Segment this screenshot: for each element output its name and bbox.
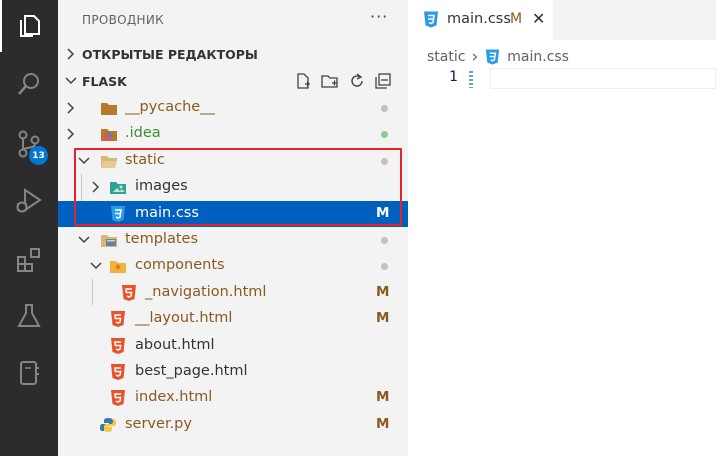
search-icon <box>18 73 39 95</box>
html-file-icon <box>111 390 125 406</box>
extensions-activity-button[interactable] <box>0 234 58 286</box>
chevron-right-icon <box>67 128 75 140</box>
modified-dot <box>381 105 388 112</box>
tree-item-label: .idea <box>125 125 161 141</box>
modified-line-gutter-mark <box>469 71 473 88</box>
activity-bar: 13 <box>0 0 58 456</box>
html-file-icon <box>111 338 125 354</box>
breadcrumb-separator: › <box>471 47 479 67</box>
modified-flag: M <box>376 284 390 300</box>
html-file-icon <box>111 364 125 380</box>
modified-dot <box>381 263 388 270</box>
breadcrumb: static › main.css <box>427 47 569 67</box>
css-file-icon <box>486 49 500 65</box>
explorer-title: ПРОВОДНИК <box>82 13 164 27</box>
chevron-down-icon <box>65 77 77 85</box>
tab-modified-flag: M <box>510 11 523 27</box>
tab-label: main.css <box>447 11 511 27</box>
python-file-icon <box>100 418 116 432</box>
breadcrumb-file[interactable]: main.css <box>507 49 569 65</box>
tree-item-navigation-html[interactable]: _navigation.html M <box>58 280 408 306</box>
open-editors-section[interactable]: ОТКРЫТЫЕ РЕДАКТОРЫ <box>58 42 408 68</box>
remote-explorer-icon <box>20 361 39 385</box>
search-activity-button[interactable] <box>0 58 58 110</box>
templates-folder-icon <box>101 235 117 247</box>
tree-item-label: templates <box>125 231 199 247</box>
tree-item-label: about.html <box>135 337 215 353</box>
project-section[interactable]: FLASK <box>58 69 408 95</box>
tree-item-best-page-html[interactable]: best_page.html <box>58 359 408 385</box>
tab-bar: main.css M ✕ <box>408 0 716 40</box>
editor-area: main.css M ✕ static › main.css 1 <box>408 0 716 456</box>
extensions-icon <box>17 248 40 272</box>
new-folder-icon[interactable] <box>320 72 340 90</box>
chevron-right-icon <box>67 48 75 60</box>
new-file-icon[interactable] <box>294 72 312 90</box>
css-file-icon <box>424 11 438 28</box>
explorer-sidebar: ПРОВОДНИК ··· ОТКРЫТЫЕ РЕДАКТОРЫ FLASK _… <box>58 0 408 456</box>
tree-item-templates[interactable]: templates <box>58 227 408 253</box>
tree-item-label: best_page.html <box>135 363 248 379</box>
chevron-down-icon <box>78 236 90 244</box>
project-label: FLASK <box>82 74 127 89</box>
tree-item-idea[interactable]: .idea <box>58 121 408 147</box>
modified-flag: M <box>376 389 390 405</box>
collapse-all-icon[interactable] <box>374 72 392 90</box>
tree-item-label: server.py <box>125 416 192 432</box>
breadcrumb-folder[interactable]: static <box>427 49 465 65</box>
explorer-header: ПРОВОДНИК ··· <box>58 0 408 40</box>
folder-icon <box>101 103 117 115</box>
flask-icon <box>17 304 41 327</box>
annotation-highlight-box <box>74 148 402 226</box>
modified-flag: M <box>376 416 390 432</box>
tree-item-server-py[interactable]: server.py M <box>58 412 408 438</box>
scm-badge: 13 <box>29 146 48 165</box>
more-actions-button[interactable]: ··· <box>370 7 388 26</box>
current-line[interactable] <box>490 68 716 89</box>
components-folder-icon <box>110 261 126 273</box>
files-icon <box>20 15 40 37</box>
tree-item-components[interactable]: components <box>58 253 408 279</box>
modified-dot <box>381 237 388 244</box>
tree-item-label: __layout.html <box>135 310 233 326</box>
explorer-activity-button[interactable] <box>0 0 58 52</box>
html-file-icon <box>111 311 125 327</box>
tree-item-layout-html[interactable]: __layout.html M <box>58 306 408 332</box>
line-number: 1 <box>449 69 458 85</box>
refresh-icon[interactable] <box>348 72 366 90</box>
run-debug-activity-button[interactable] <box>0 175 58 227</box>
tree-item-about-html[interactable]: about.html <box>58 333 408 359</box>
source-control-activity-button[interactable] <box>0 118 58 170</box>
testing-activity-button[interactable] <box>0 290 58 342</box>
tree-item-label: __pycache__ <box>125 99 215 115</box>
remote-explorer-activity-button[interactable] <box>0 347 58 399</box>
modified-flag: M <box>376 310 390 326</box>
tree-item-label: _navigation.html <box>145 284 267 300</box>
tree-item-pycache[interactable]: __pycache__ <box>58 95 408 121</box>
tree-item-index-html[interactable]: index.html M <box>58 385 408 411</box>
tree-item-label: index.html <box>135 389 213 405</box>
tab-close-button[interactable]: ✕ <box>532 9 545 28</box>
chevron-right-icon <box>67 102 75 114</box>
open-editors-label: ОТКРЫТЫЕ РЕДАКТОРЫ <box>82 47 258 62</box>
tab-main-css[interactable]: main.css M ✕ <box>408 0 553 40</box>
untracked-dot <box>381 131 388 138</box>
html-file-icon <box>122 285 136 301</box>
idea-folder-icon <box>101 129 117 141</box>
tree-item-label: components <box>135 257 225 273</box>
chevron-down-icon <box>90 262 102 270</box>
run-debug-icon <box>16 188 42 213</box>
